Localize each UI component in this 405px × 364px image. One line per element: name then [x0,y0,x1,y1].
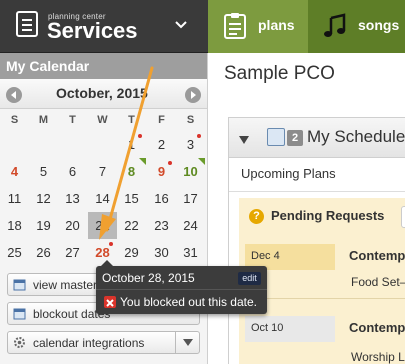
calendar-day[interactable]: 24 [176,212,205,239]
calendar-day[interactable] [58,131,87,158]
weekday-header: S M T W T F S [0,109,207,131]
calendar-day[interactable]: 6 [58,158,87,185]
calendar-week: 4 5 6 7 8 9 10 [0,158,207,185]
calendar-integrations-label: calendar integrations [33,336,145,350]
month-label: October, 2015 [56,85,148,101]
question-icon: ? [249,209,264,224]
calendar-day[interactable]: 26 [29,239,58,266]
schedule-count-badge: 2 [287,130,303,146]
calendar-icon [13,307,26,320]
request-date: Oct 10 [245,316,335,342]
calendar-day[interactable]: 25 [0,239,29,266]
calendar-day[interactable]: 29 [117,239,146,266]
brand-name: Services [47,18,138,43]
upcoming-plans-link[interactable]: Upcoming Plans [241,166,336,181]
calendar-day[interactable]: 16 [147,185,176,212]
next-month-button[interactable] [185,87,201,103]
calendar-day[interactable]: 4 [0,158,29,185]
weekday-label: S [10,114,19,126]
calendar-day[interactable]: 31 [176,239,205,266]
calendar-day[interactable]: 11 [0,185,29,212]
calendar-day[interactable]: 10 [176,158,205,185]
request-title[interactable]: Contemp [349,248,405,263]
gear-icon [13,336,26,349]
calendar-day[interactable]: 14 [88,185,117,212]
calendar-week: 1 2 3 [0,131,207,158]
schedule-panel-header[interactable]: 2 My Schedule [229,118,405,158]
pending-action-button[interactable] [401,206,405,228]
prev-month-button[interactable] [6,87,22,103]
edit-button[interactable]: edit [238,272,261,285]
calendar-week: 18 19 20 21 22 23 24 [0,212,207,239]
services-logo-icon [16,11,38,37]
request-subtitle: Food Set– [351,275,405,289]
calendar-day[interactable]: 19 [29,212,58,239]
request-title[interactable]: Contemp [349,320,405,335]
request-subtitle: Worship L [351,350,405,364]
divider [96,289,267,290]
calendar-day[interactable]: 17 [176,185,205,212]
calendar-day[interactable]: 2 [147,131,176,158]
tooltip-date: October 28, 2015 [102,271,195,285]
tooltip-message: You blocked out this date. [120,295,257,309]
weekday-label: S [186,114,195,126]
chevron-down-icon[interactable] [175,332,199,353]
calendar-day[interactable]: 30 [147,239,176,266]
clipboard-icon [222,12,248,40]
tab-songs-label: songs [358,17,400,33]
schedule-title: My Schedule [307,127,405,146]
main-content: Sample PCO 2 My Schedule Upcoming Plans … [209,53,405,364]
calendar-day[interactable]: 15 [117,185,146,212]
calendar-grid: S M T W T F S 1 2 3 4 5 6 7 8 9 10 11 12… [0,109,207,266]
calendar-day[interactable]: 20 [58,212,87,239]
collapse-caret-icon[interactable] [239,132,249,144]
tab-songs[interactable]: songs [308,0,405,53]
calendar-day[interactable]: 7 [88,158,117,185]
calendar-day[interactable]: 12 [29,185,58,212]
music-note-icon [322,12,348,40]
calendar-title: My Calendar [0,53,207,79]
page-title: Sample PCO [224,63,335,84]
calendar-day[interactable]: 18 [0,212,29,239]
calendar-day[interactable]: 13 [58,185,87,212]
calendar-day[interactable]: 9 [147,158,176,185]
pending-requests-title: Pending Requests [271,208,385,223]
weekday-label: W [97,114,108,126]
schedule-panel: 2 My Schedule Upcoming Plans ? Pending R… [228,117,405,364]
calendar-day[interactable]: 1 [117,131,146,158]
weekday-label: M [38,114,49,126]
blockout-tooltip: October 28, 2015 edit You blocked out th… [96,260,267,314]
app-switcher[interactable]: planning center Services [0,0,208,53]
tab-plans[interactable]: plans [208,0,308,53]
calendar-day[interactable] [88,131,117,158]
calendar-day[interactable]: 22 [117,212,146,239]
calendar-day[interactable]: 3 [176,131,205,158]
calendar-day[interactable]: 5 [29,158,58,185]
calendar-integrations-button[interactable]: calendar integrations [7,331,200,354]
divider [229,191,405,192]
month-navigator: October, 2015 [0,79,207,109]
calendar-day-today[interactable]: 21 [88,212,117,239]
calendar-icon [267,128,285,146]
weekday-label: T [69,114,76,126]
pending-requests-header: ? Pending Requests [239,198,405,236]
calendar-day[interactable]: 23 [147,212,176,239]
weekday-label: F [158,114,165,126]
top-bar: planning center Services plans songs [0,0,405,53]
calendar-day[interactable] [29,131,58,158]
calendar-day[interactable]: 27 [58,239,87,266]
chevron-down-icon[interactable] [174,17,188,31]
calendar-week: 11 12 13 14 15 16 17 [0,185,207,212]
calendar-day[interactable]: 8 [117,158,146,185]
sidebar: My Calendar October, 2015 S M T W T F S … [0,53,208,364]
calendar-day[interactable] [0,131,29,158]
close-x-icon [104,296,116,308]
calendar-icon [13,278,26,291]
view-master-label: view master [33,278,98,292]
weekday-label: T [128,114,135,126]
tab-plans-label: plans [258,17,295,33]
